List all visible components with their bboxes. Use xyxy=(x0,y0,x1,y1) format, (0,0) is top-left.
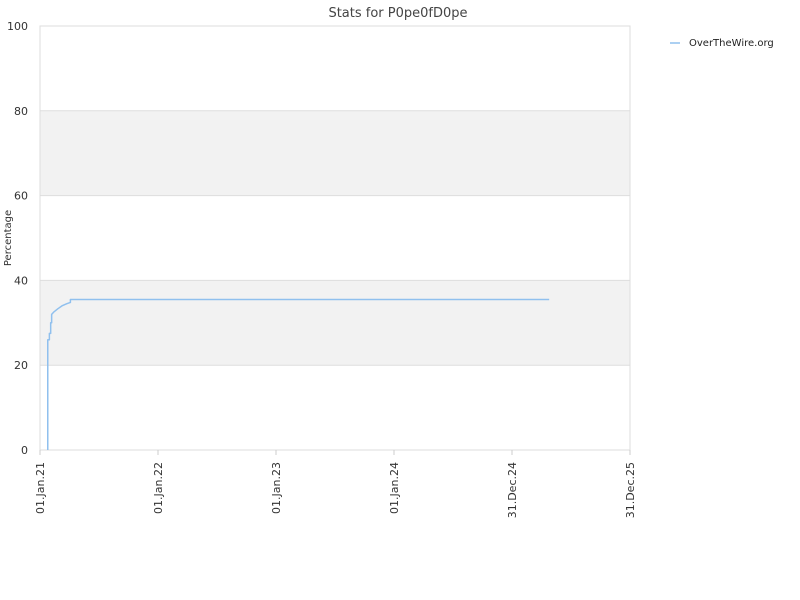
y-axis-label: Percentage xyxy=(3,210,14,266)
x-tick-label: 01.Jan.24 xyxy=(388,462,401,514)
x-tick-label: 01.Jan.21 xyxy=(34,462,47,514)
plot-frame xyxy=(39,25,631,451)
gridlines xyxy=(40,25,630,451)
y-tick-label: 60 xyxy=(14,190,28,203)
legend: OverTheWire.org xyxy=(670,38,774,49)
x-tick-label: 31.Dec.25 xyxy=(624,462,637,518)
x-tick-label: 01.Jan.22 xyxy=(152,462,165,514)
x-tick-label: 01.Jan.23 xyxy=(270,462,283,514)
y-tick-label: 80 xyxy=(14,105,28,118)
band xyxy=(40,110,630,196)
chart: Stats for P0pe0fD0pe 0 20 40 60 80 100 01.Jan… xyxy=(3,6,774,518)
legend-label: OverTheWire.org xyxy=(689,38,774,49)
x-axis-ticks: 01.Jan.21 01.Jan.22 01.Jan.23 01.Jan.24 31.D… xyxy=(34,450,637,518)
chart-title: Stats for P0pe0fD0pe xyxy=(328,6,467,21)
x-tick-label: 31.Dec.24 xyxy=(506,462,519,518)
y-tick-label: 100 xyxy=(7,20,28,33)
y-tick-label: 20 xyxy=(14,359,28,372)
background-bands xyxy=(40,110,630,366)
y-tick-label: 40 xyxy=(14,274,28,287)
band xyxy=(40,280,630,366)
y-tick-label: 0 xyxy=(21,444,28,457)
